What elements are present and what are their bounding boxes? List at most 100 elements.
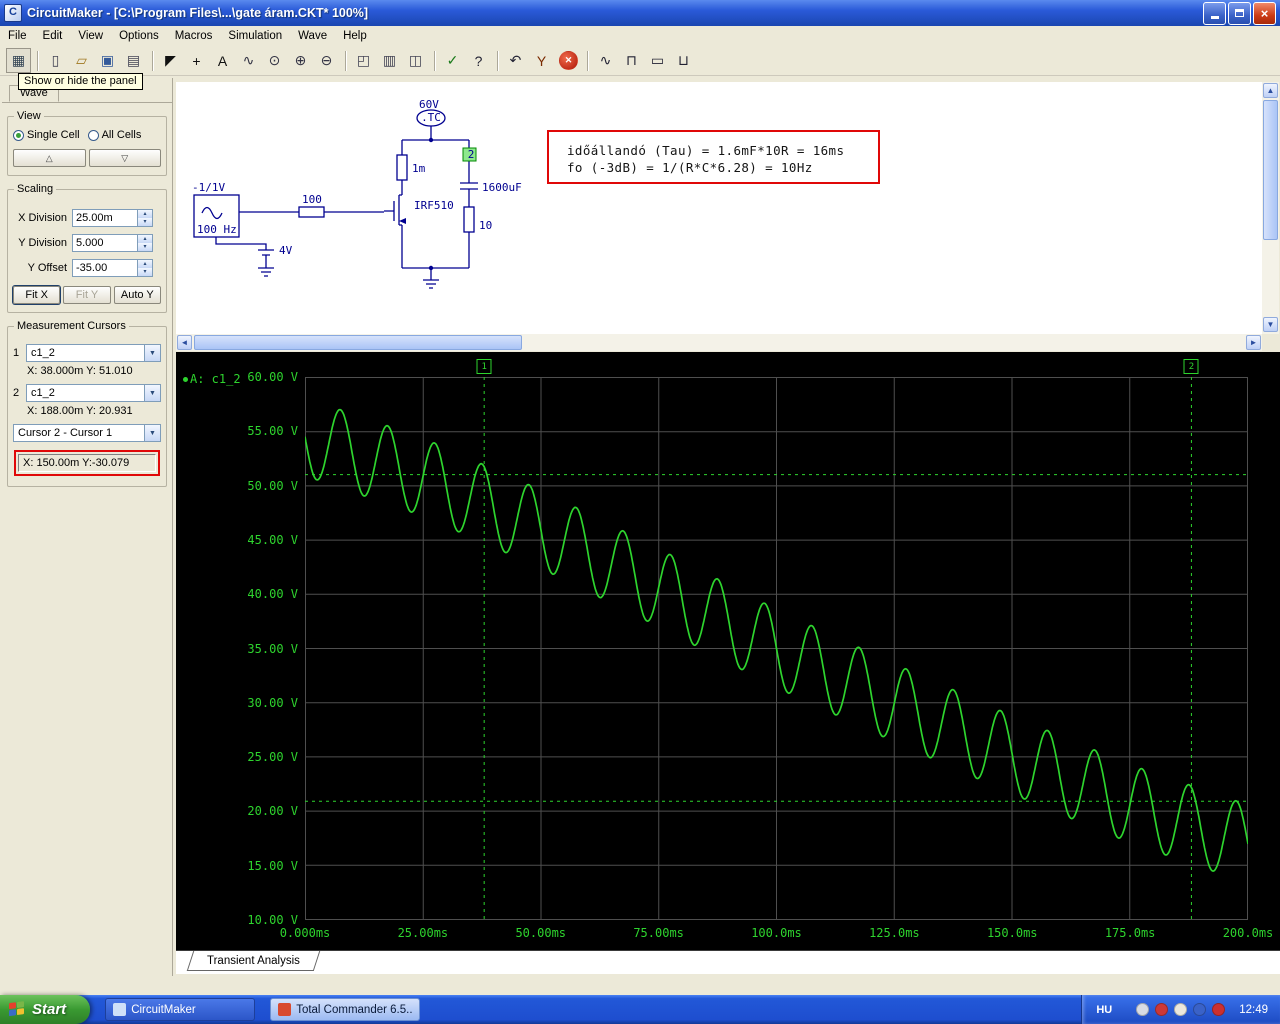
schematic-area[interactable]: 2 60V .TC 1m IRF510 1600uF 10 100 -1/1V … [176,82,1262,334]
radio-dot-icon [13,129,24,141]
x-division-down-button[interactable]: ▾ [138,218,152,226]
scroll-left-icon[interactable]: ◄ [177,335,192,350]
schematic-horizontal-scrollbar[interactable]: ◄ ► [176,334,1262,351]
auto-y-button[interactable]: Auto Y [113,286,161,304]
minimize-button[interactable] [1203,1,1226,25]
probe-tool-button[interactable]: Y [529,48,554,73]
fit-y-button[interactable]: Fit Y [63,286,111,304]
toggle-panel-button[interactable]: ▦ [6,48,31,73]
y-division-down-button[interactable]: ▾ [138,243,152,251]
chevron-down-icon[interactable]: ▼ [144,385,160,401]
cell-up-button[interactable]: △ [13,149,86,167]
y-division-input[interactable] [73,235,137,251]
mixed-scope-button[interactable]: ⊔ [671,48,696,73]
cursor-2-select[interactable]: c1_2 ▼ [26,384,161,402]
digital-scope-button[interactable]: ⊓ [619,48,644,73]
drain-resistor-symbol[interactable] [396,154,408,181]
check-button[interactable]: ✓ [440,48,465,73]
print-button[interactable]: ▤ [121,48,146,73]
x-division-up-button[interactable]: ▴ [138,210,152,218]
cursor-1-readout: X: 38.000m Y: 51.010 [27,365,133,377]
probe-number: 2 [468,148,475,161]
restore-button[interactable] [1228,1,1251,25]
zoom-tool-button[interactable]: ⊙ [262,48,287,73]
task-button-total-commander-6-5[interactable]: Total Commander 6.5... [270,998,421,1021]
tray-icon-2[interactable] [1155,1003,1169,1016]
radio-all-cells-label: All Cells [101,129,142,141]
menu-edit[interactable]: Edit [35,28,71,44]
fit-x-button[interactable]: Fit X [13,286,61,304]
radio-all-cells[interactable]: All Cells [87,129,142,141]
schematic-canvas[interactable]: 2 60V .TC 1m IRF510 1600uF 10 100 -1/1V … [176,82,1262,334]
waveforms-button[interactable]: ∿ [593,48,618,73]
close-button[interactable]: × [1253,1,1276,25]
split-pane-button[interactable]: ◫ [403,48,428,73]
new-file-button[interactable]: ▯ [43,48,68,73]
open-file-button[interactable]: ▱ [69,48,94,73]
undo-button[interactable]: ↶ [503,48,528,73]
waveform-plot[interactable] [305,377,1248,920]
cursor-1-value: c1_2 [31,347,55,359]
analog-scope-button[interactable]: ▭ [645,48,670,73]
pages-button[interactable]: ▥ [377,48,402,73]
menu-macros[interactable]: Macros [167,28,221,44]
app-icon: C [4,4,22,22]
chevron-down-icon[interactable]: ▼ [144,345,160,361]
gate-resistor-symbol[interactable] [298,206,325,218]
tray-icon-4[interactable] [1212,1003,1226,1016]
stop-simulation-button[interactable]: ✕ [559,51,578,70]
scroll-down-icon[interactable]: ▼ [1263,317,1278,332]
wire-tool-button[interactable]: ∿ [236,48,261,73]
scroll-right-icon[interactable]: ► [1246,335,1261,350]
add-part-button[interactable]: + [184,48,209,73]
cursor-2-number: 2 [13,387,20,399]
cursor-1-select[interactable]: c1_2 ▼ [26,344,161,362]
schematic-vertical-scrollbar[interactable]: ▲ ▼ [1262,82,1279,334]
vertical-scroll-thumb[interactable] [1263,100,1278,240]
radio-single-cell[interactable]: Single Cell [13,129,80,141]
scrollbar-corner [1262,334,1279,351]
y-offset-input[interactable] [73,260,137,276]
save-button[interactable]: ▣ [95,48,120,73]
cursor-flag-2[interactable]: 2 [1183,359,1199,374]
scroll-up-icon[interactable]: ▲ [1263,83,1278,98]
y-offset-down-button[interactable]: ▾ [138,268,152,276]
menu-wave[interactable]: Wave [290,28,335,44]
menu-simulation[interactable]: Simulation [220,28,290,44]
tray-volume-icon[interactable] [1174,1003,1188,1016]
tray-icon-3[interactable] [1193,1003,1207,1016]
y-offset-up-button[interactable]: ▴ [138,260,152,268]
cursor-flag-1[interactable]: 1 [476,359,492,374]
cell-down-button[interactable]: ▽ [88,149,161,167]
zoom-page-button[interactable]: ◰ [351,48,376,73]
language-indicator[interactable]: HU [1096,1004,1112,1016]
task-button-circuitmaker[interactable]: CircuitMaker [105,998,256,1021]
titlebar[interactable]: C CircuitMaker - [C:\Program Files\...\g… [0,0,1280,26]
x-axis-tick: 200.0ms [1222,926,1274,940]
radio-circle-icon [87,129,99,141]
cursor-diff-select[interactable]: Cursor 2 - Cursor 1 ▼ [13,424,161,442]
chevron-down-icon[interactable]: ▼ [144,425,160,441]
x-axis-tick: 100.0ms [751,926,802,940]
text-tool-button[interactable]: A [210,48,235,73]
y-division-up-button[interactable]: ▴ [138,235,152,243]
menu-view[interactable]: View [70,28,111,44]
menu-file[interactable]: File [0,28,35,44]
restore-icon [1235,9,1244,17]
x-division-input[interactable] [73,210,137,226]
zoom-in-button[interactable]: ⊕ [288,48,313,73]
zoom-out-button[interactable]: ⊖ [314,48,339,73]
menu-help[interactable]: Help [335,28,375,44]
tab-transient-analysis[interactable]: Transient Analysis [186,951,321,971]
horizontal-scroll-thumb[interactable] [194,335,522,350]
task-icon [278,1003,292,1016]
start-button[interactable]: Start [0,995,91,1024]
task-icon [113,1003,127,1016]
tray-icon-1[interactable] [1136,1003,1150,1016]
wave-window: A: c1_2 1 2 60.00 V 55.00 V 50.00 V 45.00 V 40… [176,352,1280,950]
load-resistor-symbol[interactable] [463,206,475,233]
select-tool-button[interactable]: ◤ [158,48,183,73]
y-axis-tick: 40.00 V [247,587,298,602]
menu-options[interactable]: Options [111,28,167,44]
help-button[interactable]: ? [466,48,491,73]
